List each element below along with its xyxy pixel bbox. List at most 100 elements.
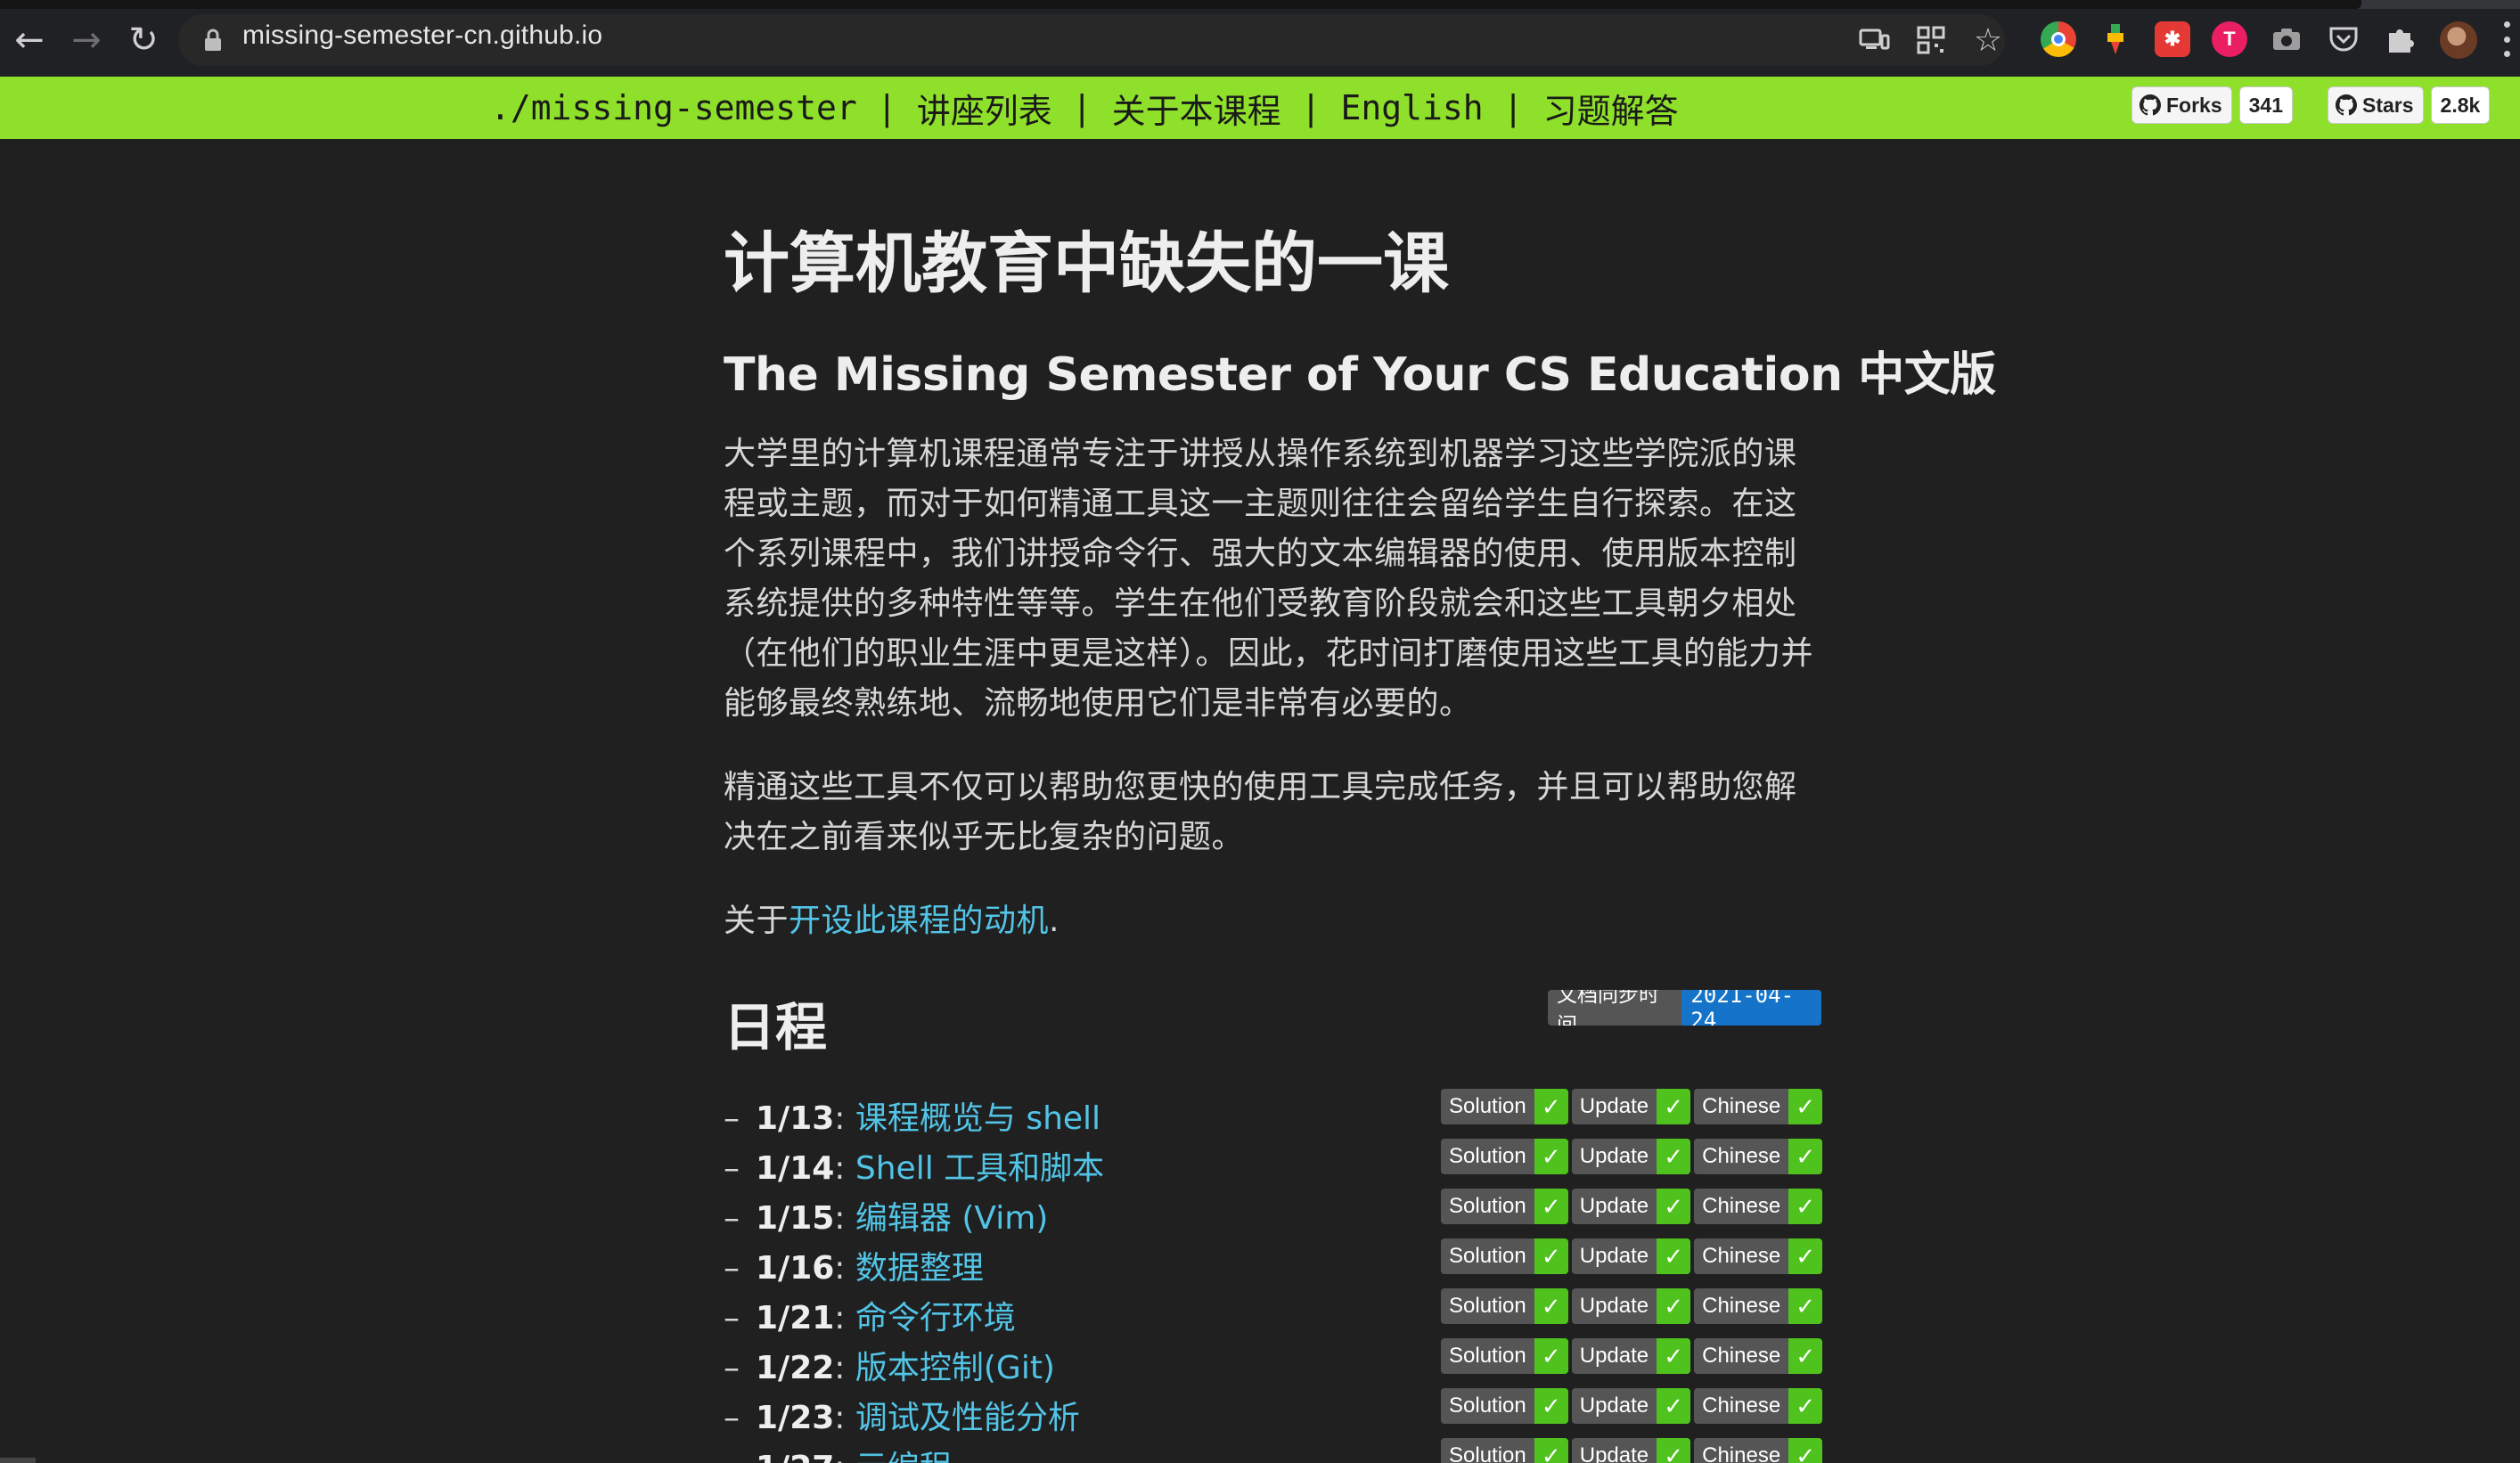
lecture-link[interactable]: 编辑器 (Vim) (855, 1200, 1048, 1237)
lecture-link[interactable]: 版本控制(Git) (855, 1350, 1055, 1386)
chinese-badge[interactable]: Chinese ✓ (1694, 1139, 1823, 1174)
check-icon: ✓ (1788, 1139, 1823, 1174)
nav-lectures-link[interactable]: 讲座列表 (917, 84, 1052, 133)
lecture-item: –1/13: 课程概览与 shell Solution ✓ Update ✓ Chines… (724, 1089, 1823, 1139)
reload-icon[interactable]: ↻ (121, 18, 166, 62)
schedule-heading: 日程 (724, 997, 828, 1058)
lecture-link[interactable]: 数据整理 (855, 1250, 984, 1287)
update-badge[interactable]: Update ✓ (1571, 1388, 1691, 1424)
check-icon: ✓ (1788, 1338, 1823, 1374)
chinese-badge[interactable]: Chinese ✓ (1694, 1438, 1823, 1463)
forks-count[interactable]: 341 (2238, 86, 2294, 124)
lecture-badges: Solution ✓ Update ✓ Chinese ✓ (1441, 1189, 1823, 1224)
url-text[interactable]: missing-semester-cn.github.io (242, 20, 602, 51)
lecture-badges: Solution ✓ Update ✓ Chinese ✓ (1441, 1388, 1823, 1424)
update-badge[interactable]: Update ✓ (1571, 1338, 1691, 1374)
qr-code-icon[interactable] (1914, 23, 1948, 57)
check-icon: ✓ (1534, 1238, 1568, 1274)
camera-icon[interactable] (2269, 21, 2304, 57)
update-badge[interactable]: Update ✓ (1571, 1238, 1691, 1274)
chinese-badge[interactable]: Chinese ✓ (1694, 1089, 1823, 1124)
browser-toolbar: ← → ↻ missing-semester-cn.github.io ☆ ✱ … (0, 0, 2520, 77)
check-icon: ✓ (1657, 1189, 1691, 1224)
lecture-date: 1/16 (756, 1250, 835, 1287)
check-icon: ✓ (1534, 1139, 1568, 1174)
profile-avatar[interactable] (2440, 21, 2477, 59)
lecture-link[interactable]: 元编程 (855, 1450, 952, 1463)
check-icon: ✓ (1657, 1438, 1691, 1463)
lecture-link[interactable]: 命令行环境 (855, 1300, 1016, 1336)
nav-english-link[interactable]: English (1341, 88, 1484, 127)
lecture-link[interactable]: 调试及性能分析 (855, 1400, 1080, 1436)
update-badge[interactable]: Update ✓ (1571, 1139, 1691, 1174)
github-stars-badge[interactable]: Stars 2.8k (2328, 86, 2491, 124)
lecture-item: –1/22: 版本控制(Git) Solution ✓ Update ✓ Chinese ✓ (724, 1338, 1823, 1388)
chinese-badge[interactable]: Chinese ✓ (1694, 1238, 1823, 1274)
update-badge[interactable]: Update ✓ (1571, 1189, 1691, 1224)
forward-icon[interactable]: → (64, 18, 109, 62)
motivation-link[interactable]: 开设此课程的动机 (789, 903, 1049, 939)
cast-icon[interactable] (1857, 23, 1891, 57)
check-icon: ✓ (1788, 1189, 1823, 1224)
back-icon[interactable]: ← (7, 18, 52, 62)
chinese-badge[interactable]: Chinese ✓ (1694, 1338, 1823, 1374)
pin-icon[interactable] (2098, 21, 2133, 57)
chinese-badge[interactable]: Chinese ✓ (1694, 1189, 1823, 1224)
solution-badge[interactable]: Solution ✓ (1441, 1438, 1568, 1463)
browser-menu-icon[interactable] (2502, 21, 2511, 57)
github-icon (2140, 94, 2161, 116)
github-icon (2336, 94, 2357, 116)
lecture-badges: Solution ✓ Update ✓ Chinese ✓ (1441, 1139, 1823, 1174)
check-icon: ✓ (1788, 1438, 1823, 1463)
solution-badge[interactable]: Solution ✓ (1441, 1238, 1568, 1274)
chinese-badge-label: Chinese (1694, 1238, 1789, 1274)
t-icon[interactable]: T (2212, 21, 2247, 57)
lecture-text: –1/13: 课程概览与 shell (724, 1092, 1100, 1139)
date-colon: : (834, 1250, 855, 1287)
nav-home-link[interactable]: ./missing-semester (490, 88, 857, 127)
lecture-link[interactable]: Shell 工具和脚本 (855, 1150, 1104, 1187)
motivation-suffix: . (1049, 903, 1060, 939)
bookmark-star-icon[interactable]: ☆ (1971, 22, 2005, 59)
sync-date: 2021-04-24 (1681, 990, 1821, 1026)
chinese-badge-label: Chinese (1694, 1089, 1789, 1124)
nav-separator: | (1300, 88, 1321, 127)
extensions-puzzle-icon[interactable] (2383, 21, 2418, 57)
check-icon: ✓ (1534, 1388, 1568, 1424)
nav-about-link[interactable]: 关于本课程 (1112, 84, 1281, 133)
update-badge[interactable]: Update ✓ (1571, 1438, 1691, 1463)
nav-solutions-link[interactable]: 习题解答 (1543, 84, 1679, 133)
tools-paragraph: 精通这些工具不仅可以帮助您更快的使用工具完成任务，并且可以帮助您解决在之前看来似… (724, 769, 1797, 855)
solution-badge[interactable]: Solution ✓ (1441, 1338, 1568, 1374)
solution-badge[interactable]: Solution ✓ (1441, 1139, 1568, 1174)
red-app-icon[interactable]: ✱ (2155, 21, 2190, 57)
chinese-badge[interactable]: Chinese ✓ (1694, 1288, 1823, 1324)
update-badge[interactable]: Update ✓ (1571, 1288, 1691, 1324)
solution-badge[interactable]: Solution ✓ (1441, 1089, 1568, 1124)
solution-badge-label: Solution (1441, 1238, 1534, 1274)
solution-badge[interactable]: Solution ✓ (1441, 1388, 1568, 1424)
list-dash: – (724, 1100, 740, 1137)
lecture-date: 1/23 (756, 1400, 835, 1436)
update-badge-label: Update (1571, 1438, 1657, 1463)
stars-text: Stars (2362, 93, 2414, 117)
stars-label[interactable]: Stars (2328, 86, 2424, 124)
chinese-badge[interactable]: Chinese ✓ (1694, 1388, 1823, 1424)
pocket-icon[interactable] (2326, 21, 2361, 57)
lecture-text: –1/16: 数据整理 (724, 1242, 984, 1288)
lecture-link[interactable]: 课程概览与 shell (855, 1100, 1100, 1137)
check-icon: ✓ (1788, 1288, 1823, 1324)
lecture-date: 1/27 (756, 1450, 834, 1463)
lecture-badges: Solution ✓ Update ✓ Chinese ✓ (1441, 1089, 1823, 1124)
motivation-prefix: 关于 (724, 903, 790, 939)
lock-icon[interactable] (203, 28, 223, 53)
chrome-color-icon[interactable] (2041, 21, 2076, 57)
lecture-item: –1/23: 调试及性能分析 Solution ✓ Update ✓ Chinese ✓ (724, 1388, 1823, 1438)
stars-count[interactable]: 2.8k (2430, 86, 2491, 124)
solution-badge[interactable]: Solution ✓ (1441, 1288, 1568, 1324)
update-badge-label: Update (1571, 1388, 1657, 1424)
forks-label[interactable]: Forks (2131, 86, 2232, 124)
update-badge[interactable]: Update ✓ (1571, 1089, 1691, 1124)
github-forks-badge[interactable]: Forks 341 (2131, 86, 2294, 124)
solution-badge[interactable]: Solution ✓ (1441, 1189, 1568, 1224)
